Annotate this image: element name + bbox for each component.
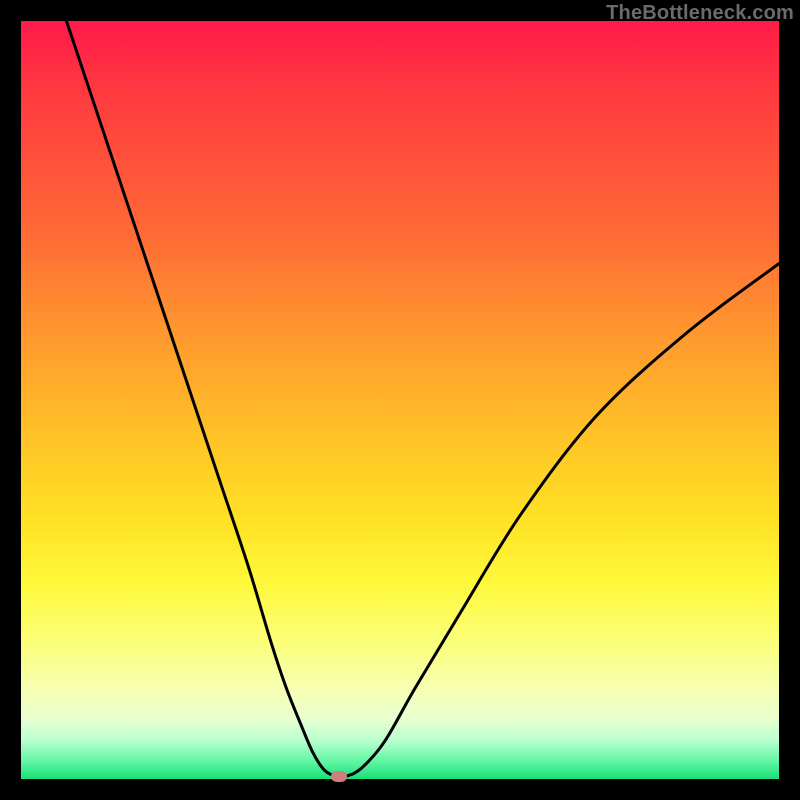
bottleneck-curve bbox=[21, 21, 779, 779]
chart-frame: TheBottleneck.com bbox=[0, 0, 800, 800]
bottleneck-minimum-marker bbox=[331, 771, 347, 782]
plot-area bbox=[21, 21, 779, 779]
